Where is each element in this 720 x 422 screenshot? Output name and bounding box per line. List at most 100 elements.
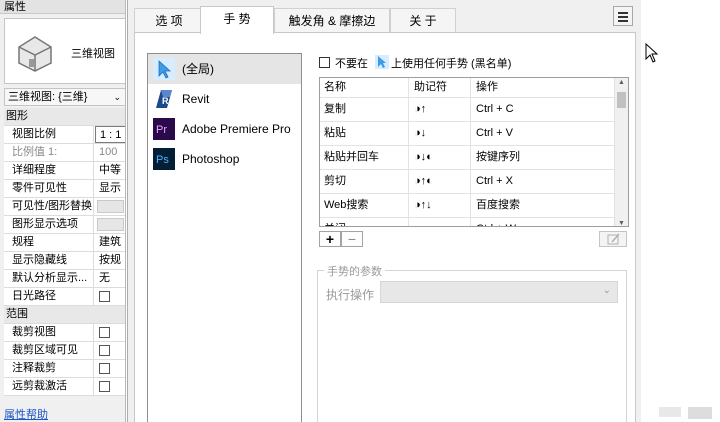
property-label: 详细程度 <box>4 162 94 179</box>
cursor-icon <box>375 55 389 69</box>
property-value[interactable]: 按规 <box>95 252 125 269</box>
edit-gesture-button[interactable] <box>599 231 627 247</box>
tab-hot-corners[interactable]: 触发角 & 摩擦边 <box>274 8 390 33</box>
app-name: Adobe Premiere Pro <box>182 122 291 136</box>
scroll-up-icon[interactable]: ▲ <box>618 79 625 86</box>
hamburger-menu-button[interactable] <box>613 6 633 26</box>
table-row[interactable]: 粘贴并回车 ◑↓◐ 按键序列 <box>320 146 628 170</box>
property-row: 零件可见性 显示 <box>4 180 125 198</box>
svg-text:R: R <box>162 96 169 106</box>
property-group-header[interactable]: 图形 <box>4 108 125 126</box>
instance-selector-dropdown[interactable]: 三维视图: {三维} ⌄ <box>4 88 125 106</box>
hamburger-icon <box>618 12 628 14</box>
header-action: 操作 <box>470 78 616 97</box>
app-name: Revit <box>182 92 210 106</box>
gesture-parameters-group: 手势的参数 执行操作 ⌄ <box>317 263 627 422</box>
type-name: 三维视图 <box>71 48 115 60</box>
property-label: 比例值 1: <box>4 144 94 161</box>
premiere-icon-text: Pr <box>156 124 167 136</box>
table-row[interactable]: 粘贴 ◑↓ Ctrl + V <box>320 122 628 146</box>
property-edit-button[interactable] <box>97 218 124 231</box>
property-value[interactable]: 中等 <box>95 162 125 179</box>
table-row[interactable]: 关闭 ◑←Ctrl + W <box>320 218 628 226</box>
background-block <box>688 407 712 419</box>
property-value[interactable]: 显示 <box>95 180 125 197</box>
gesture-mnemonic: ◑↓ <box>408 122 470 145</box>
gesture-table[interactable]: 名称 助记符 操作 复制 ◑↑ Ctrl + C 粘贴 ◑↓ Ctrl + V 粘贴并回车 ◑… <box>319 77 629 227</box>
photoshop-icon: Ps <box>153 148 175 170</box>
property-checkbox[interactable] <box>99 363 110 374</box>
app-name: (全局) <box>182 62 214 76</box>
property-row: 默认分析显示... 无 <box>4 270 125 288</box>
scroll-down-icon[interactable]: ▼ <box>618 220 625 226</box>
gesture-mnemonic: ◑↑◐ <box>408 170 470 193</box>
property-checkbox[interactable] <box>99 291 110 302</box>
property-checkbox[interactable] <box>99 327 110 338</box>
type-selector-box[interactable]: 三维视图 <box>4 18 125 84</box>
properties-help-link[interactable]: 属性帮助 <box>4 406 48 422</box>
blacklist-label-suffix: 上使用任何手势 (黑名单) <box>391 58 512 70</box>
blacklist-checkbox[interactable] <box>319 57 330 68</box>
gesture-name: Web搜索 <box>324 199 369 211</box>
tab-options[interactable]: 选 项 <box>134 8 204 33</box>
property-value[interactable]: 1 : 1 <box>95 126 125 143</box>
table-header: 名称 助记符 操作 <box>320 78 628 98</box>
property-label: 视图比例 <box>4 126 94 143</box>
mouse-pointer-icon <box>645 43 659 63</box>
property-value[interactable]: 无 <box>95 270 125 287</box>
property-label: 默认分析显示... <box>4 270 94 287</box>
instance-selector-value: 三维视图: {三维} <box>8 91 88 103</box>
property-row: 规程 建筑 <box>4 234 125 252</box>
tab-gestures[interactable]: 手 势 <box>200 6 274 34</box>
property-row: 裁剪区域可见 <box>4 342 125 360</box>
property-edit-button[interactable] <box>97 200 124 213</box>
table-row[interactable]: Web搜索 ◑↑↓ 百度搜索 <box>320 194 628 218</box>
property-row: 视图比例 1 : 1 <box>4 126 125 144</box>
table-scrollbar[interactable]: ▲ ▼ <box>614 78 628 226</box>
table-row[interactable]: 剪切 ◑↑◐ Ctrl + X <box>320 170 628 194</box>
app-item-global[interactable]: (全局) <box>148 54 301 84</box>
property-value[interactable]: 建筑 <box>95 234 125 251</box>
properties-title: 属性 <box>0 0 125 14</box>
property-value[interactable]: 100 <box>95 144 125 161</box>
app-item-premiere[interactable]: Pr Adobe Premiere Pro <box>148 114 301 144</box>
app-item-photoshop[interactable]: Ps Photoshop <box>148 144 301 174</box>
property-checkbox[interactable] <box>99 345 110 356</box>
properties-grid: 图形 视图比例 1 : 1 比例值 1: 100 详细程度 中等 零件可见性 显示 可见性/图形替… <box>4 108 125 396</box>
header-mnemonic: 助记符 <box>408 78 470 97</box>
tab-about[interactable]: 关 于 <box>390 8 456 33</box>
app-item-revit[interactable]: R Revit <box>148 84 301 114</box>
gesture-action: Ctrl + W <box>470 218 616 226</box>
gesture-name: 关闭 <box>324 218 404 226</box>
execute-action-dropdown[interactable]: ⌄ <box>380 281 618 303</box>
property-row: 比例值 1: 100 <box>4 144 125 162</box>
chevron-down-icon: ⌄ <box>602 285 611 296</box>
gesture-action: Ctrl + C <box>470 98 616 121</box>
execute-action-label: 执行操作 <box>326 288 375 302</box>
3d-view-house-icon <box>18 36 52 72</box>
app-name: Photoshop <box>182 152 240 166</box>
application-list[interactable]: (全局) R Revit Pr Adobe Premiere Pro Ps Ph… <box>147 53 302 422</box>
blacklist-label-prefix: 不要在 <box>335 58 368 70</box>
property-checkbox[interactable] <box>99 381 110 392</box>
remove-gesture-button[interactable]: − <box>341 231 363 247</box>
property-row: 远剪裁激活 <box>4 378 125 396</box>
gesture-mnemonic: ◑↓◐ <box>408 146 470 169</box>
gestures-tab-content: (全局) R Revit Pr Adobe Premiere Pro Ps Ph… <box>134 32 636 422</box>
property-label: 规程 <box>4 234 94 251</box>
gesture-action: Ctrl + X <box>470 170 616 193</box>
chevron-down-icon: ⌄ <box>113 92 121 102</box>
property-row: 图形显示选项 <box>4 216 125 234</box>
property-row: 日光路径 <box>4 288 125 306</box>
property-label: 日光路径 <box>4 288 94 305</box>
property-label: 裁剪视图 <box>4 324 94 341</box>
gesture-name: 复制 <box>324 103 346 115</box>
property-label: 注释裁剪 <box>4 360 94 377</box>
table-row[interactable]: 复制 ◑↑ Ctrl + C <box>320 98 628 122</box>
background-block <box>659 407 681 417</box>
property-label: 远剪裁激活 <box>4 378 94 395</box>
scrollbar-thumb[interactable] <box>617 92 626 108</box>
property-group-header[interactable]: 范围 <box>4 306 125 324</box>
add-gesture-button[interactable]: + <box>319 231 341 247</box>
revit-icon: R <box>156 90 172 108</box>
